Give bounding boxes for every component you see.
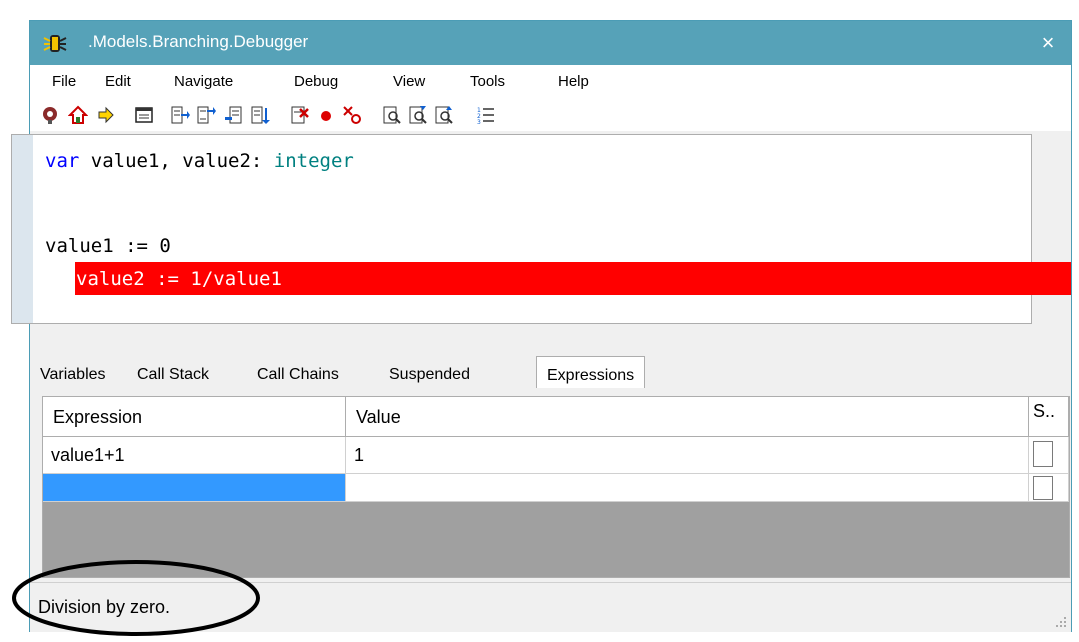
breakpoint-dot-icon[interactable]	[316, 105, 336, 125]
window-title: .Models.Branching.Debugger	[88, 32, 309, 51]
step-into-icon[interactable]	[170, 105, 190, 125]
find-next-icon[interactable]	[408, 105, 428, 125]
window-icon[interactable]	[134, 105, 154, 125]
menu-edit[interactable]: Edit	[105, 73, 131, 90]
breakpoint-icon[interactable]	[40, 105, 60, 125]
row-checkbox[interactable]	[1033, 441, 1053, 467]
keyword-var: var	[45, 150, 80, 172]
menu-file[interactable]: File	[52, 73, 76, 90]
menu-view[interactable]: View	[393, 73, 425, 90]
list-icon[interactable]: 123	[476, 105, 496, 125]
svg-text:3: 3	[477, 119, 481, 125]
annotation-ellipse	[12, 560, 260, 636]
bug-icon	[43, 35, 67, 52]
column-header-s[interactable]: S..	[1029, 397, 1069, 437]
column-header-value[interactable]: Value	[346, 397, 1029, 437]
menu-help[interactable]: Help	[558, 73, 589, 90]
value-cell[interactable]: 1	[346, 437, 1029, 474]
find-icon[interactable]	[382, 105, 402, 125]
editor-gutter[interactable]	[12, 135, 33, 323]
tab-suspended[interactable]: Suspended	[389, 366, 470, 384]
tab-variables[interactable]: Variables	[40, 366, 106, 384]
tab-expressions[interactable]: Expressions	[536, 356, 646, 388]
expression-cell[interactable]: value1+1	[43, 437, 346, 474]
code-line-1-text: value1, value2:	[79, 150, 274, 172]
code-line-3: value1 := 0	[45, 235, 171, 257]
stop-icon[interactable]	[290, 105, 310, 125]
expression-cell-new[interactable]	[43, 474, 346, 502]
debug-tabs: Variables Call Stack Call Chains Suspend…	[29, 354, 1072, 390]
home-icon[interactable]	[68, 105, 88, 125]
code-line-4: value2 := 1/value1	[76, 268, 282, 290]
tab-call-stack[interactable]: Call Stack	[137, 366, 209, 384]
menu-bar: File Edit Navigate Debug View Tools Help	[30, 65, 1071, 99]
title-bar[interactable]: .Models.Branching.Debugger ×	[30, 21, 1071, 65]
value-cell-new[interactable]	[346, 474, 1029, 502]
run-arrow-icon[interactable]	[96, 105, 116, 125]
close-button[interactable]: ×	[1025, 21, 1071, 65]
menu-debug[interactable]: Debug	[294, 73, 338, 90]
run-to-cursor-icon[interactable]	[250, 105, 270, 125]
clear-breakpoints-icon[interactable]	[342, 105, 362, 125]
column-header-expression[interactable]: Expression	[43, 397, 346, 437]
row-checkbox-new[interactable]	[1033, 476, 1053, 500]
code-line-1: var value1, value2: integer	[45, 146, 354, 176]
find-prev-icon[interactable]	[434, 105, 454, 125]
resize-grip-icon[interactable]	[1055, 616, 1067, 628]
s-cell	[1029, 437, 1069, 474]
s-cell-new	[1029, 474, 1069, 502]
menu-tools[interactable]: Tools	[470, 73, 505, 90]
step-over-icon[interactable]	[196, 105, 216, 125]
toolbar: 123	[30, 99, 1071, 131]
step-out-icon[interactable]	[224, 105, 244, 125]
expressions-grid: Expression Value S.. value1+1 1	[42, 396, 1070, 578]
tab-call-chains[interactable]: Call Chains	[257, 366, 339, 384]
type-integer: integer	[273, 150, 354, 172]
menu-navigate[interactable]: Navigate	[174, 73, 233, 90]
code-editor[interactable]: var value1, value2: integer value1 := 0	[11, 134, 1032, 324]
